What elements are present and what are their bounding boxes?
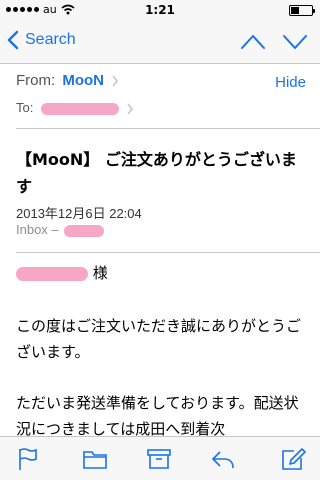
folder-icon[interactable] — [82, 447, 108, 471]
divider — [16, 252, 320, 253]
chevron-left-icon — [7, 30, 19, 50]
name-redaction — [16, 266, 88, 281]
status-time: 1:21 — [145, 3, 175, 17]
body-paragraph-1: この度はご注文いただき誠にありがとうございます。 — [16, 317, 302, 361]
previous-message-icon[interactable] — [238, 31, 268, 53]
archive-icon[interactable] — [146, 447, 172, 471]
body-paragraph-2: ただいま発送準備をしております。配送状況につきましては成田へ到着次 — [16, 394, 299, 438]
to-row: To: — [16, 100, 306, 120]
message-subject: 【MooN】 ご注文ありがとうございます — [16, 150, 297, 196]
hide-button[interactable]: Hide — [275, 74, 306, 91]
flag-icon[interactable] — [14, 447, 40, 471]
divider — [16, 128, 320, 129]
compose-icon[interactable] — [280, 447, 306, 471]
mailbox-redaction — [64, 224, 105, 237]
next-message-icon[interactable] — [280, 31, 310, 53]
sender-name[interactable]: MooN — [62, 72, 104, 89]
mailbox-label: Inbox – — [16, 222, 59, 237]
to-label: To: — [16, 100, 34, 115]
nav-bar: Search — [0, 20, 320, 64]
greeting-line: 様 — [16, 262, 108, 283]
chevron-right-icon — [112, 75, 119, 87]
message-date: 2013年12月6日 22:04 — [16, 206, 142, 221]
bottom-toolbar — [0, 436, 320, 480]
battery-icon — [289, 5, 315, 16]
mailbox-row: Inbox – — [16, 222, 105, 237]
honorific: 様 — [92, 264, 108, 282]
from-row: From: MooN Hide — [16, 72, 306, 96]
back-label: Search — [25, 31, 76, 48]
from-label: From: — [16, 72, 56, 89]
reply-icon[interactable] — [210, 447, 236, 471]
back-button[interactable]: Search — [6, 30, 76, 50]
recipient-redaction[interactable] — [40, 102, 119, 115]
chevron-right-icon — [126, 103, 133, 115]
status-bar: au 1:21 — [0, 0, 320, 20]
